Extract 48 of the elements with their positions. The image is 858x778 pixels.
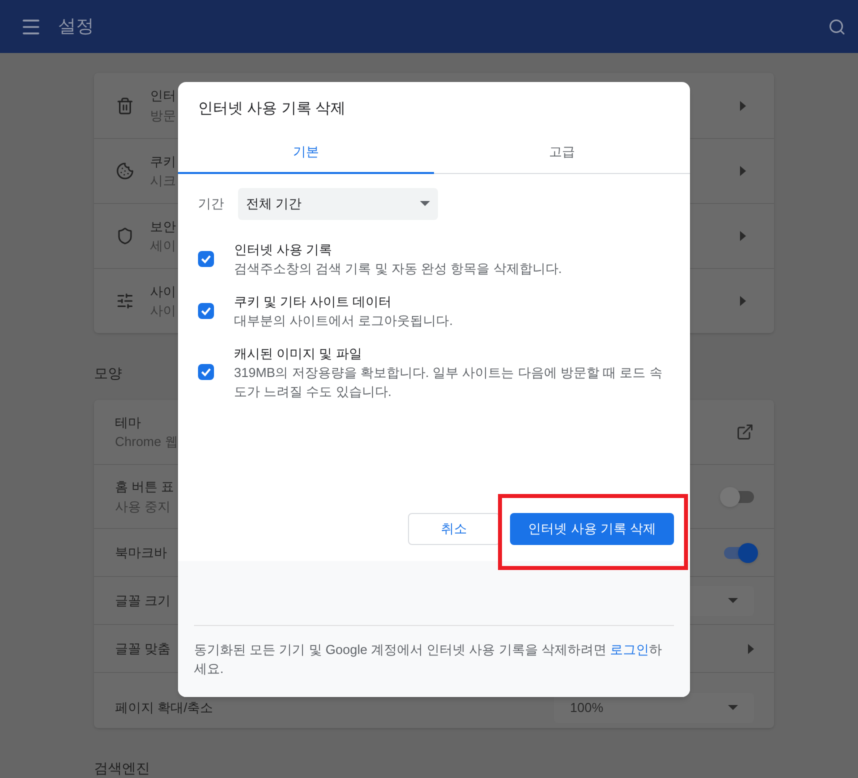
setting-title: 페이지 확대/축소 xyxy=(115,698,214,717)
tab[interactable]: 고급 xyxy=(434,132,690,174)
setting-title: 글꼴 맞춤 xyxy=(115,640,171,658)
setting-title: 홈 버튼 표 xyxy=(115,478,174,496)
shield-icon xyxy=(116,227,134,245)
option-description: 319MB의 저장용량을 확보합니다. 일부 사이트는 다음에 방문할 때 로드 속도가 느려질 수도 있습니다. xyxy=(234,364,664,400)
search-icon[interactable] xyxy=(828,18,846,36)
setting-title: 쿠키 xyxy=(150,152,176,170)
cancel-button[interactable]: 취소 xyxy=(408,513,500,545)
sliders-icon xyxy=(116,292,134,310)
checkbox[interactable] xyxy=(198,302,214,318)
option-description: 대부분의 사이트에서 로그아웃됩니다. xyxy=(234,312,454,330)
cookie-icon xyxy=(116,162,134,180)
trash-icon xyxy=(116,96,134,114)
caret-icon xyxy=(728,705,738,710)
external-link-icon[interactable] xyxy=(736,423,754,441)
option-description: 검색주소창의 검색 기록 및 자동 완성 항목을 삭제합니다. xyxy=(234,260,563,278)
page-title: 설정 xyxy=(58,15,94,38)
arrow-icon xyxy=(748,644,754,654)
setting-title: 보안 xyxy=(150,218,176,236)
check-icon xyxy=(200,366,212,378)
section-heading: 모양 xyxy=(94,364,122,383)
dialog-title: 인터넷 사용 기록 삭제 xyxy=(197,99,347,119)
checkbox[interactable] xyxy=(198,364,214,380)
setting-title: 인터 xyxy=(150,87,176,105)
section-heading: 검색엔진 xyxy=(94,759,150,778)
option-title: 인터넷 사용 기록 xyxy=(234,240,334,258)
arrow-icon xyxy=(740,166,746,176)
tab[interactable]: 기본 xyxy=(178,132,434,174)
checkbox[interactable] xyxy=(198,250,214,266)
check-icon xyxy=(200,252,212,264)
caret-icon xyxy=(420,201,430,206)
arrow-icon xyxy=(740,231,746,241)
period-label: 기간 xyxy=(198,194,224,213)
setting-title: 사이 xyxy=(150,282,176,300)
option-title: 쿠키 및 기타 사이트 데이터 xyxy=(234,292,392,310)
arrow-icon xyxy=(740,296,746,306)
sign-in-link[interactable]: 로그인 xyxy=(610,642,650,657)
arrow-icon xyxy=(740,100,746,110)
sign-in-notice: 동기화된 모든 기기 및 Google 계정에서 인터넷 사용 기록을 삭제하려면 로그인하세요. xyxy=(194,625,674,678)
period-select[interactable]: 전체 기간 xyxy=(238,188,438,220)
setting-title: 테마 xyxy=(115,414,142,432)
option-title: 캐시된 이미지 및 파일 xyxy=(234,344,363,362)
setting-title: 북마크바 xyxy=(115,544,167,562)
clear-data-button[interactable]: 인터넷 사용 기록 삭제 xyxy=(510,513,674,545)
setting-title: 글꼴 크기 xyxy=(115,592,171,610)
check-icon xyxy=(200,304,212,316)
caret-icon xyxy=(728,598,738,603)
